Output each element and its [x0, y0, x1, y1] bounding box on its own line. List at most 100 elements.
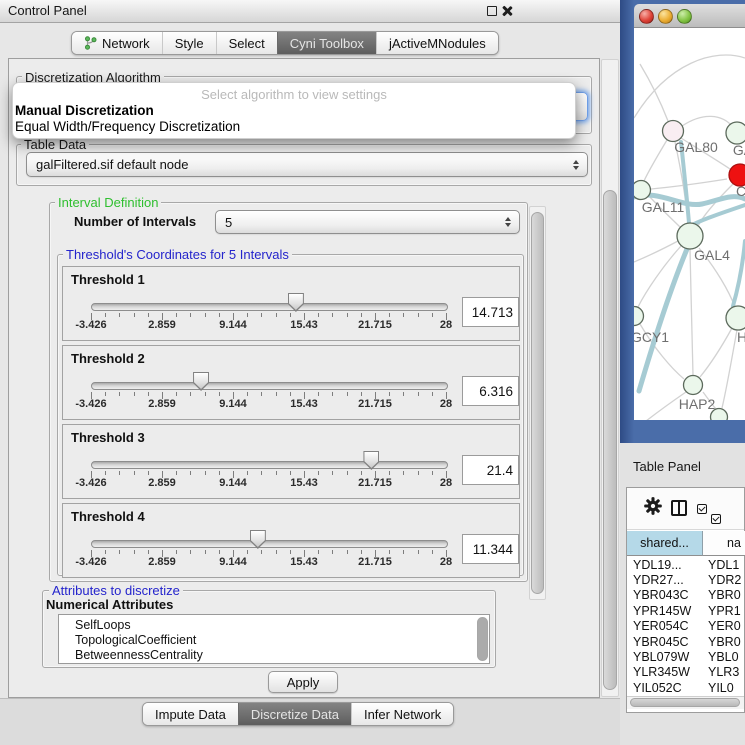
numerical-attributes-list[interactable]: SelfLoopsTopologicalCoefficientBetweenne…	[58, 614, 490, 664]
threshold-value-field[interactable]: 14.713	[462, 297, 519, 327]
tab-network[interactable]: Network	[72, 32, 162, 54]
split-columns-icon[interactable]	[671, 500, 687, 516]
tick-label: 28	[440, 319, 452, 331]
algorithm-options: Manual DiscretizationEqual Width/Frequen…	[13, 103, 575, 135]
network-node[interactable]	[684, 376, 703, 395]
table-row[interactable]: YDL19...YDL1	[627, 557, 744, 572]
network-node[interactable]	[726, 306, 745, 330]
threshold-panel: Threshold 3-3.4262.8599.14415.4321.71528…	[62, 424, 520, 499]
bottom-tab-discretize-data[interactable]: Discretize Data	[238, 703, 351, 725]
attribute-list-item[interactable]: TopologicalCoefficient	[59, 633, 489, 648]
threshold-value-field[interactable]: 21.4	[462, 455, 519, 485]
slider-track	[91, 382, 448, 390]
table-row[interactable]: YIL052CYIL0	[627, 680, 744, 695]
table-cell-shared-name: YBL079W	[627, 650, 703, 664]
network-window-titlebar[interactable]	[634, 4, 745, 28]
panel-scrollbar-thumb[interactable]	[603, 190, 617, 690]
tick-label: 15.43	[290, 477, 318, 489]
threshold-slider[interactable]: -3.4262.8599.14415.4321.71528	[63, 425, 519, 498]
tick-label: 15.43	[290, 398, 318, 410]
table-cell-shared-name: YPR145W	[627, 604, 703, 618]
tick-label: 21.715	[358, 556, 392, 568]
tab-select[interactable]: Select	[216, 32, 277, 54]
network-node-label: GAL4	[694, 247, 730, 263]
close-traffic-light-icon[interactable]	[639, 9, 654, 24]
spinner-arrows-icon[interactable]	[505, 217, 519, 227]
gear-icon[interactable]	[644, 497, 662, 520]
attribute-list-item[interactable]: BetweennessCentrality	[59, 648, 489, 663]
column-header-shared-name[interactable]: shared...	[627, 531, 703, 556]
threshold-panel: Threshold 1-3.4262.8599.14415.4321.71528…	[62, 266, 520, 341]
table-row[interactable]: YBR043CYBR0	[627, 588, 744, 603]
float-panel-icon[interactable]	[487, 6, 497, 16]
slider-track	[91, 461, 448, 469]
network-node[interactable]	[634, 307, 644, 326]
network-graph[interactable]: GAL80GACGAL11GAL4GCY1HHAP2	[634, 28, 745, 420]
tab-jactivemnodules[interactable]: jActiveMNodules	[376, 32, 498, 54]
threshold-slider[interactable]: -3.4262.8599.14415.4321.71528	[63, 504, 519, 577]
table-cell-name: YDL1	[703, 558, 739, 572]
thresholds-group-label: Threshold's Coordinates for 5 Intervals	[63, 247, 292, 262]
minimize-traffic-light-icon[interactable]	[658, 9, 673, 24]
attributes-group-label: Attributes to discretize	[49, 583, 183, 598]
bottom-tab-impute-data[interactable]: Impute Data	[143, 703, 238, 725]
tab-label: jActiveMNodules	[389, 36, 486, 51]
table-row[interactable]: YBL079WYBL0	[627, 649, 744, 664]
tick-label: -3.426	[75, 398, 106, 410]
tab-cyni-toolbox[interactable]: Cyni Toolbox	[277, 32, 376, 54]
algorithm-placeholder-option[interactable]: Select algorithm to view settings	[13, 86, 575, 103]
table-cell-name: YBR0	[703, 635, 741, 649]
network-node[interactable]	[677, 223, 703, 249]
threshold-value-field[interactable]: 6.316	[462, 376, 519, 406]
slider-track	[91, 540, 448, 548]
interval-scrollbar-thumb[interactable]	[531, 212, 544, 594]
table-cell-name: YLR3	[703, 665, 739, 679]
tick-label: 21.715	[358, 319, 392, 331]
close-panel-icon[interactable]	[501, 5, 513, 17]
column-header-name[interactable]: na	[703, 531, 745, 556]
network-node[interactable]	[726, 122, 745, 144]
checkbox-icon[interactable]	[711, 514, 721, 524]
network-node[interactable]	[634, 181, 651, 200]
tick-label: 15.43	[290, 319, 318, 331]
control-panel-titlebar: Control Panel	[0, 0, 620, 23]
table-data-combobox[interactable]: galFiltered.sif default node	[26, 152, 588, 177]
attribute-list-item[interactable]: SelfLoops	[59, 618, 489, 633]
control-panel-title: Control Panel	[8, 3, 87, 18]
algorithm-option[interactable]: Equal Width/Frequency Discretization	[13, 119, 575, 135]
network-canvas[interactable]: GAL80GACGAL11GAL4GCY1HHAP2	[634, 28, 745, 420]
apply-button[interactable]: Apply	[268, 671, 338, 693]
tab-style[interactable]: Style	[162, 32, 216, 54]
threshold-value-field[interactable]: 11.344	[462, 534, 519, 564]
tab-label: Select	[229, 36, 265, 51]
number-of-intervals-combobox[interactable]: 5	[215, 210, 520, 234]
tab-label: Cyni Toolbox	[290, 36, 364, 51]
tick-label: 2.859	[148, 556, 176, 568]
table-row[interactable]: YLR345WYLR3	[627, 665, 744, 680]
tick-label: 9.144	[219, 556, 247, 568]
tab-label: Style	[175, 36, 204, 51]
network-node-label: GCY1	[634, 329, 669, 345]
table-row[interactable]: YDR27...YDR2	[627, 572, 744, 587]
table-row[interactable]: YER054CYER0	[627, 619, 744, 634]
tick-label: -3.426	[75, 556, 106, 568]
tick-label: 28	[440, 477, 452, 489]
spinner-arrows-icon[interactable]	[573, 160, 587, 170]
table-row[interactable]: YBR045CYBR0	[627, 634, 744, 649]
table-row[interactable]: YPR145WYPR1	[627, 603, 744, 618]
table-hscrollbar-thumb[interactable]	[630, 698, 740, 707]
network-node-label: GAL80	[674, 139, 718, 155]
numerical-attributes-label: Numerical Attributes	[46, 597, 173, 612]
bottom-tab-infer-network[interactable]: Infer Network	[351, 703, 453, 725]
algorithm-option[interactable]: Manual Discretization	[13, 103, 575, 119]
threshold-slider[interactable]: -3.4262.8599.14415.4321.71528	[63, 267, 519, 340]
zoom-traffic-light-icon[interactable]	[677, 9, 692, 24]
attributes-scrollbar-thumb[interactable]	[477, 617, 488, 661]
tick-label: 28	[440, 398, 452, 410]
network-window-frame-left	[620, 0, 634, 443]
screen: Control Panel Network Style Select Cyni Too…	[0, 0, 745, 745]
table-cell-shared-name: YIL052C	[627, 681, 703, 695]
threshold-slider[interactable]: -3.4262.8599.14415.4321.71528	[63, 346, 519, 419]
checkbox-icon[interactable]	[697, 504, 707, 514]
control-panel-tab-bar: Network Style Select Cyni Toolbox jActiveMNo…	[71, 31, 499, 55]
